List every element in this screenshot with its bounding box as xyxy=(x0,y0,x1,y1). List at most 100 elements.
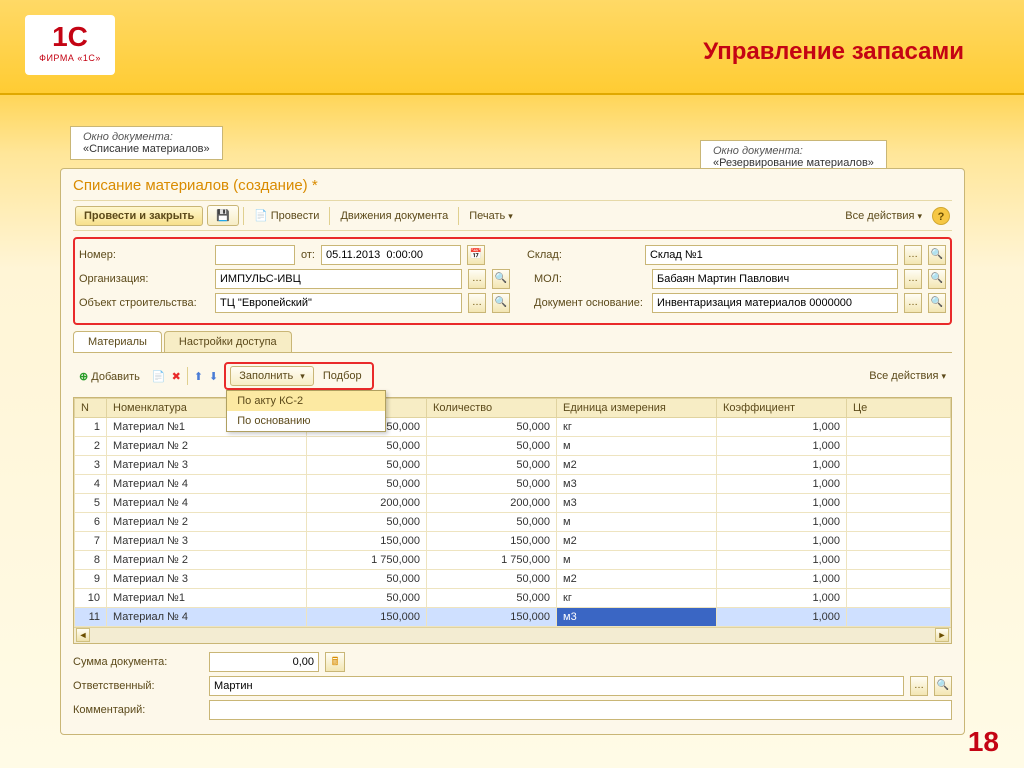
grid-header-row: N Номенклатура Количество Единица измере… xyxy=(75,399,951,418)
slide-page-number: 18 xyxy=(968,726,999,758)
toolbar-separator xyxy=(458,207,459,225)
date-input[interactable] xyxy=(321,245,461,265)
save-button[interactable]: 💾 xyxy=(207,205,239,226)
cell-coef: 1,000 xyxy=(717,551,847,570)
table-row[interactable]: 9Материал № 350,00050,000м21,000 xyxy=(75,570,951,589)
main-toolbar: Провести и закрыть 💾 📄 Провести Движения… xyxy=(73,200,952,231)
table-row[interactable]: 3Материал № 350,00050,000м21,000 xyxy=(75,456,951,475)
select-icon[interactable]: … xyxy=(468,293,486,313)
search-icon[interactable]: 🔍 xyxy=(928,269,946,289)
cell-unit: кг xyxy=(557,589,717,608)
search-icon[interactable]: 🔍 xyxy=(934,676,952,696)
cell-n: 1 xyxy=(75,418,107,437)
table-row[interactable]: 8Материал № 21 750,0001 750,000м1,000 xyxy=(75,551,951,570)
col-coef[interactable]: Коэффициент xyxy=(717,399,847,418)
select-icon[interactable]: … xyxy=(468,269,486,289)
menu-item-ks2[interactable]: По акту КС-2 xyxy=(227,391,385,411)
cell-price xyxy=(847,456,951,475)
table-row[interactable]: 7Материал № 3150,000150,000м21,000 xyxy=(75,532,951,551)
warehouse-input[interactable] xyxy=(645,245,898,265)
scroll-right-icon[interactable]: ► xyxy=(935,628,949,642)
move-down-icon[interactable]: ⬇ xyxy=(209,370,218,383)
copy-row-icon[interactable]: 📄 xyxy=(152,370,166,383)
cell-q1: 50,000 xyxy=(307,456,427,475)
cell-price xyxy=(847,532,951,551)
horizontal-scrollbar[interactable]: ◄ ► xyxy=(74,627,951,643)
calculator-icon[interactable]: 🖩 xyxy=(325,652,345,672)
table-row[interactable]: 6Материал № 250,00050,000м1,000 xyxy=(75,513,951,532)
add-row-button[interactable]: ⊕ Добавить xyxy=(73,367,146,386)
move-up-icon[interactable]: ⬆ xyxy=(194,370,203,383)
col-qty[interactable]: Количество xyxy=(427,399,557,418)
materials-grid: N Номенклатура Количество Единица измере… xyxy=(73,397,952,644)
cell-unit: м2 xyxy=(557,570,717,589)
table-row[interactable]: 5Материал № 4200,000200,000м31,000 xyxy=(75,494,951,513)
slide-header: 1C ФИРМА «1С» Управление запасами xyxy=(0,0,1024,95)
cell-q2: 1 750,000 xyxy=(427,551,557,570)
cell-price xyxy=(847,437,951,456)
table-row[interactable]: 11Материал № 4150,000150,000м31,000 xyxy=(75,608,951,627)
cell-price xyxy=(847,608,951,627)
delete-row-icon[interactable]: ✖ xyxy=(172,370,181,383)
cell-coef: 1,000 xyxy=(717,513,847,532)
calendar-icon[interactable]: 📅 xyxy=(467,245,485,265)
select-icon[interactable]: … xyxy=(904,269,922,289)
cell-n: 8 xyxy=(75,551,107,570)
basis-input[interactable] xyxy=(652,293,898,313)
header-fields-group: Номер: от: 📅 Склад: … 🔍 Организация: … 🔍… xyxy=(73,237,952,325)
footer-fields: Сумма документа: 🖩 Ответственный: … 🔍 Ко… xyxy=(73,652,952,720)
table-row[interactable]: 2Материал № 250,00050,000м1,000 xyxy=(75,437,951,456)
cell-coef: 1,000 xyxy=(717,608,847,627)
col-n[interactable]: N xyxy=(75,399,107,418)
mol-label: МОЛ: xyxy=(534,273,646,285)
cell-q1: 150,000 xyxy=(307,532,427,551)
table-row[interactable]: 10Материал №150,00050,000кг1,000 xyxy=(75,589,951,608)
search-icon[interactable]: 🔍 xyxy=(928,245,946,265)
movements-button[interactable]: Движения документа xyxy=(334,207,454,225)
sum-input[interactable] xyxy=(209,652,319,672)
comment-label: Комментарий: xyxy=(73,704,203,716)
all-actions-button[interactable]: Все действия xyxy=(839,207,928,225)
help-button[interactable]: ? xyxy=(932,207,950,225)
search-icon[interactable]: 🔍 xyxy=(928,293,946,313)
table-row[interactable]: 1Материал №150,00050,000кг1,000 xyxy=(75,418,951,437)
comment-input[interactable] xyxy=(209,700,952,720)
scroll-left-icon[interactable]: ◄ xyxy=(76,628,90,642)
cell-q2: 50,000 xyxy=(427,513,557,532)
tab-materials[interactable]: Материалы xyxy=(73,331,162,352)
col-unit[interactable]: Единица измерения xyxy=(557,399,717,418)
select-icon[interactable]: … xyxy=(904,293,922,313)
cell-unit: м3 xyxy=(557,608,717,627)
toolbar-separator xyxy=(187,367,188,385)
cell-q1: 50,000 xyxy=(307,570,427,589)
obj-input[interactable] xyxy=(215,293,462,313)
cell-q2: 50,000 xyxy=(427,456,557,475)
print-button[interactable]: Печать xyxy=(463,207,519,225)
search-icon[interactable]: 🔍 xyxy=(492,269,510,289)
search-icon[interactable]: 🔍 xyxy=(492,293,510,313)
annotation-left-text: «Списание материалов» xyxy=(83,143,210,155)
tab-access-settings[interactable]: Настройки доступа xyxy=(164,331,292,352)
select-icon[interactable]: … xyxy=(904,245,922,265)
fill-dropdown-button[interactable]: Заполнить xyxy=(230,366,314,386)
mol-input[interactable] xyxy=(652,269,898,289)
cell-unit: м2 xyxy=(557,532,717,551)
post-icon: 📄 xyxy=(254,210,268,222)
org-input[interactable] xyxy=(215,269,462,289)
cell-unit: кг xyxy=(557,418,717,437)
table-row[interactable]: 4Материал № 450,00050,000м31,000 xyxy=(75,475,951,494)
post-button[interactable]: 📄 Провести xyxy=(248,206,325,225)
col-price[interactable]: Це xyxy=(847,399,951,418)
post-and-close-button[interactable]: Провести и закрыть xyxy=(75,206,203,226)
resp-input[interactable] xyxy=(209,676,904,696)
number-input[interactable] xyxy=(215,245,295,265)
cell-item: Материал № 3 xyxy=(107,570,307,589)
cell-coef: 1,000 xyxy=(717,570,847,589)
pick-button[interactable]: Подбор xyxy=(317,367,368,385)
cell-item: Материал № 3 xyxy=(107,532,307,551)
number-label: Номер: xyxy=(79,249,209,261)
select-icon[interactable]: … xyxy=(910,676,928,696)
menu-item-basis[interactable]: По основанию xyxy=(227,411,385,431)
grid-all-actions-button[interactable]: Все действия xyxy=(863,367,952,385)
tabs-row: Материалы Настройки доступа xyxy=(73,331,952,353)
